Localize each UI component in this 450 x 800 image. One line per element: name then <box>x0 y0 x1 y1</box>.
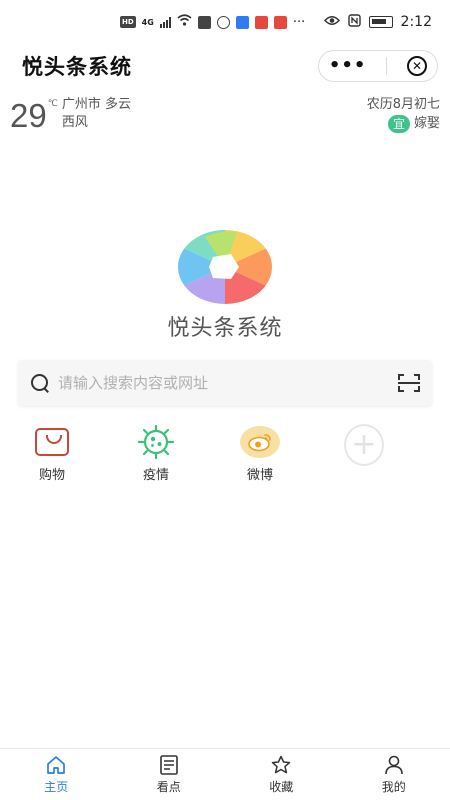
almanac-badge: 宜 <box>387 115 410 133</box>
weather-right: 农历8月初七 宜 嫁娶 <box>367 96 440 144</box>
title-bar: 悦头条系统 ••• ✕ <box>0 46 450 86</box>
news-icon <box>159 755 178 775</box>
status-left: HD 4G ··· <box>120 14 305 30</box>
tab-profile[interactable]: 我的 <box>338 749 450 800</box>
star-icon <box>272 755 291 774</box>
lunar-date: 农历8月初七 <box>366 97 440 112</box>
tab-news[interactable]: 看点 <box>113 749 226 800</box>
shortcut-epidemic[interactable]: 疫情 <box>104 424 208 484</box>
status-time: 2:12 <box>400 14 432 30</box>
nfc-icon <box>347 13 361 31</box>
tab-favorites[interactable]: 收藏 <box>225 749 338 800</box>
home-icon <box>47 756 66 774</box>
search-icon[interactable] <box>30 373 50 393</box>
app-notify-icon <box>235 15 249 29</box>
weibo-icon <box>240 426 280 458</box>
almanac: 宜 嫁娶 <box>367 115 440 133</box>
add-icon: + <box>344 424 384 466</box>
status-right: 2:12 <box>323 13 432 31</box>
bottom-tab-bar: 主页 看点 收藏 我的 <box>0 748 450 800</box>
location-condition: 广州市 多云 <box>61 97 131 112</box>
more-notifications-indicator: ··· <box>292 14 306 30</box>
network-type: 4G <box>141 17 154 27</box>
more-options-button[interactable]: ••• <box>329 57 367 75</box>
search-input[interactable] <box>58 374 398 392</box>
eye-icon <box>323 15 340 30</box>
close-icon: ✕ <box>412 59 423 73</box>
virus-icon <box>137 424 175 460</box>
shortcut-shopping[interactable]: 购物 <box>0 424 104 484</box>
tab-home[interactable]: 主页 <box>0 749 113 800</box>
miniprogram-capsule: ••• ✕ <box>318 50 438 82</box>
shortcut-label: 微博 <box>246 468 273 483</box>
aperture-logo-icon <box>178 230 272 304</box>
tab-label: 收藏 <box>269 780 294 794</box>
weather-info: 广州市 多云 西风 <box>62 96 131 132</box>
app-logo-block: 悦头条系统 <box>0 230 450 342</box>
temperature-unit: ℃ <box>47 99 58 109</box>
almanac-text: 嫁娶 <box>413 116 440 131</box>
shortcut-label: 购物 <box>38 468 65 483</box>
weather-widget: 29 ℃ 广州市 多云 西风 农历8月初七 宜 嫁娶 <box>0 94 450 144</box>
shortcut-label: 疫情 <box>142 468 169 483</box>
sync-icon <box>216 15 230 29</box>
wifi-icon <box>177 14 192 30</box>
shopping-bag-icon <box>35 428 69 456</box>
logo-title: 悦头条系统 <box>167 316 283 341</box>
capsule-divider <box>386 57 388 75</box>
hd-badge-icon: HD <box>120 16 136 28</box>
user-icon <box>384 755 403 775</box>
weather-left: 29 ℃ 广州市 多云 西风 <box>10 94 131 144</box>
app-screen: HD 4G ··· 2:12 悦头条系统 ••• ✕ 29 ℃ 广州市 多云 西… <box>0 0 450 800</box>
tab-label: 看点 <box>156 780 181 794</box>
mail-icon <box>254 15 268 29</box>
app-red-icon <box>273 15 287 29</box>
shortcut-add[interactable]: + <box>312 424 416 484</box>
shortcut-grid: 购物 疫情 微博 + <box>0 424 450 484</box>
status-bar: HD 4G ··· 2:12 <box>0 0 450 44</box>
tab-label: 主页 <box>44 780 69 794</box>
battery-icon <box>368 16 393 28</box>
scan-icon[interactable] <box>398 374 420 392</box>
upload-icon <box>197 15 211 29</box>
app-title: 悦头条系统 <box>22 55 132 79</box>
search-bar[interactable] <box>18 360 432 406</box>
temperature: 29 <box>10 97 47 134</box>
tab-label: 我的 <box>381 780 406 794</box>
shortcut-weibo[interactable]: 微博 <box>208 424 312 484</box>
signal-icon <box>159 16 171 28</box>
close-button[interactable]: ✕ <box>407 56 428 76</box>
wind-direction: 西风 <box>61 115 88 130</box>
